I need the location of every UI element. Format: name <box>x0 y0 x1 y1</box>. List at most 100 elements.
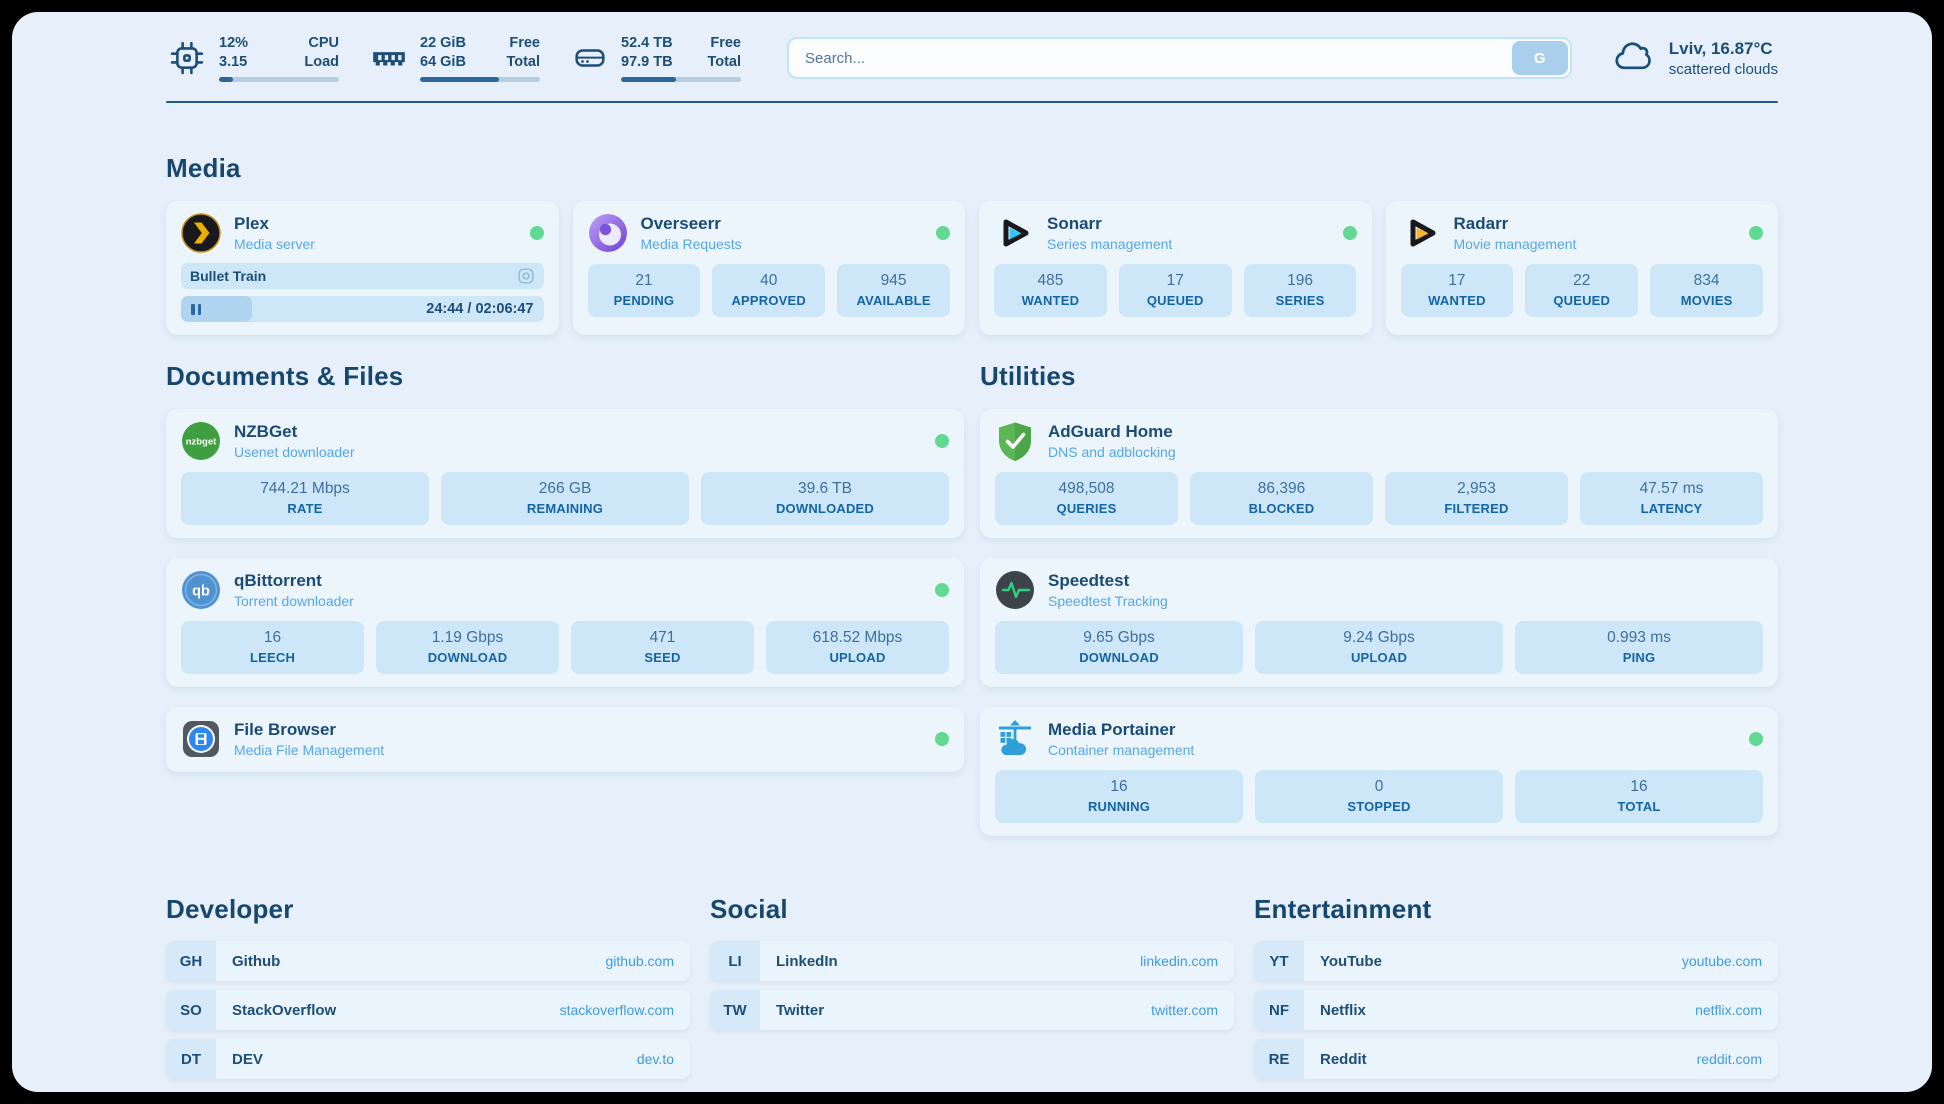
speedtest-icon <box>995 570 1035 610</box>
link-badge: LI <box>710 941 760 981</box>
app-name: Speedtest <box>1048 571 1168 591</box>
link-stackoverflow[interactable]: SO StackOverflow stackoverflow.com <box>166 990 690 1030</box>
filebrowser-icon <box>181 719 221 759</box>
status-dot <box>530 226 544 240</box>
stat-stopped: 0 STOPPED <box>1255 770 1503 823</box>
radarr-icon <box>1401 213 1441 253</box>
link-youtube[interactable]: YT YouTube youtube.com <box>1254 941 1778 981</box>
weather-condition: scattered clouds <box>1669 61 1778 78</box>
app-name: NZBGet <box>234 422 355 442</box>
stat-approved: 40 APPROVED <box>712 264 825 317</box>
now-playing-title: Bullet Train <box>190 268 266 284</box>
disk-values: 52.4 TB 97.9 TB <box>621 34 673 71</box>
link-badge: NF <box>1254 990 1304 1030</box>
app-name: Sonarr <box>1047 214 1172 234</box>
entertainment-links: Entertainment YT YouTube youtube.com NF … <box>1254 894 1778 1088</box>
disk-icon <box>570 38 610 78</box>
search-engine-button[interactable]: G <box>1512 41 1568 75</box>
plex-progress-bar[interactable]: 24:44 / 02:06:47 <box>181 296 544 322</box>
stat-wanted: 485 WANTED <box>994 264 1107 317</box>
link-reddit[interactable]: RE Reddit reddit.com <box>1254 1039 1778 1079</box>
section-title-developer: Developer <box>166 894 690 925</box>
stat-leech: 16 LEECH <box>181 621 364 674</box>
developer-links: Developer GH Github github.com SO StackO… <box>166 894 690 1088</box>
documents-column: Documents & Files nzbget NZBGet Usenet d… <box>166 361 964 836</box>
link-linkedin[interactable]: LI LinkedIn linkedin.com <box>710 941 1234 981</box>
media-modal-icon[interactable] <box>517 267 535 285</box>
pause-icon[interactable] <box>191 304 201 315</box>
nzbget-icon: nzbget <box>181 421 221 461</box>
cpu-load-value: 3.15 <box>219 53 248 72</box>
service-card-speedtest[interactable]: Speedtest Speedtest Tracking 9.65 Gbps D… <box>980 558 1778 687</box>
app-subtitle: DNS and adblocking <box>1048 444 1176 460</box>
stat-upload: 618.52 Mbps UPLOAD <box>766 621 949 674</box>
cpu-progress-bar <box>219 77 339 82</box>
cloud-icon <box>1612 36 1656 81</box>
status-dot <box>935 434 949 448</box>
app-subtitle: Series management <box>1047 236 1172 252</box>
service-card-radarr[interactable]: Radarr Movie management 17 WANTED 22 QUE… <box>1386 201 1779 335</box>
header-divider <box>166 101 1778 103</box>
app-name: Overseerr <box>641 214 742 234</box>
section-title-utilities: Utilities <box>980 361 1778 392</box>
cpu-labels: CPU Load <box>304 34 339 71</box>
sonarr-icon <box>994 213 1034 253</box>
plex-icon <box>181 213 221 253</box>
app-subtitle: Media File Management <box>234 742 384 758</box>
service-card-nzbget[interactable]: nzbget NZBGet Usenet downloader 744.21 M… <box>166 409 964 538</box>
portainer-icon <box>995 719 1035 759</box>
cpu-usage: 12% <box>219 34 248 53</box>
section-title-documents: Documents & Files <box>166 361 964 392</box>
link-badge: DT <box>166 1039 216 1079</box>
media-grid: Plex Media server Bullet Train 24:44 / 0… <box>166 201 1778 335</box>
memory-total: 64 GiB <box>420 53 466 72</box>
status-dot <box>1749 226 1763 240</box>
section-title-media: Media <box>166 153 1778 184</box>
disk-progress-bar <box>621 77 741 82</box>
link-netflix[interactable]: NF Netflix netflix.com <box>1254 990 1778 1030</box>
service-card-adguard[interactable]: AdGuard Home DNS and adblocking 498,508 … <box>980 409 1778 538</box>
service-card-plex[interactable]: Plex Media server Bullet Train 24:44 / 0… <box>166 201 559 335</box>
qbittorrent-icon: qb <box>181 570 221 610</box>
status-dot <box>935 732 949 746</box>
disk-total: 97.9 TB <box>621 53 673 72</box>
service-card-qbittorrent[interactable]: qb qBittorrent Torrent downloader 16 LEE… <box>166 558 964 687</box>
plex-now-playing: Bullet Train <box>181 263 544 289</box>
app-name: AdGuard Home <box>1048 422 1176 442</box>
overseerr-icon <box>588 213 628 253</box>
link-github[interactable]: GH Github github.com <box>166 941 690 981</box>
stat-running: 16 RUNNING <box>995 770 1243 823</box>
service-card-portainer[interactable]: Media Portainer Container management 16 … <box>980 707 1778 836</box>
disk-stat: 52.4 TB 97.9 TB Free Total <box>570 34 741 81</box>
service-card-filebrowser[interactable]: File Browser Media File Management <box>166 707 964 772</box>
app-subtitle: Movie management <box>1454 236 1577 252</box>
stat-filtered: 2,953 FILTERED <box>1385 472 1568 525</box>
weather-location-temp: Lviv, 16.87°C <box>1669 39 1778 59</box>
link-badge: GH <box>166 941 216 981</box>
stat-upload: 9.24 Gbps UPLOAD <box>1255 621 1503 674</box>
cpu-values: 12% 3.15 <box>219 34 248 71</box>
social-links: Social LI LinkedIn linkedin.com TW Twitt… <box>710 894 1234 1088</box>
app-subtitle: Speedtest Tracking <box>1048 593 1168 609</box>
memory-free: 22 GiB <box>420 34 466 53</box>
search-input[interactable] <box>787 37 1572 79</box>
ram-icon <box>369 38 409 78</box>
stat-download: 9.65 Gbps DOWNLOAD <box>995 621 1243 674</box>
utilities-column: Utilities AdGuard Home DNS and adblockin… <box>980 361 1778 836</box>
app-name: Plex <box>234 214 315 234</box>
link-twitter[interactable]: TW Twitter twitter.com <box>710 990 1234 1030</box>
stat-blocked: 86,396 BLOCKED <box>1190 472 1373 525</box>
topbar: 12% 3.15 CPU Load <box>166 28 1778 88</box>
link-badge: YT <box>1254 941 1304 981</box>
service-card-overseerr[interactable]: Overseerr Media Requests 21 PENDING 40 A… <box>573 201 966 335</box>
cpu-stat: 12% 3.15 CPU Load <box>166 34 339 81</box>
memory-values: 22 GiB 64 GiB <box>420 34 466 71</box>
app-subtitle: Container management <box>1048 742 1194 758</box>
disk-free: 52.4 TB <box>621 34 673 53</box>
stat-latency: 47.57 ms LATENCY <box>1580 472 1763 525</box>
stat-remaining: 266 GB REMAINING <box>441 472 689 525</box>
stat-ping: 0.993 ms PING <box>1515 621 1763 674</box>
app-name: Radarr <box>1454 214 1577 234</box>
link-dev[interactable]: DT DEV dev.to <box>166 1039 690 1079</box>
service-card-sonarr[interactable]: Sonarr Series management 485 WANTED 17 Q… <box>979 201 1372 335</box>
